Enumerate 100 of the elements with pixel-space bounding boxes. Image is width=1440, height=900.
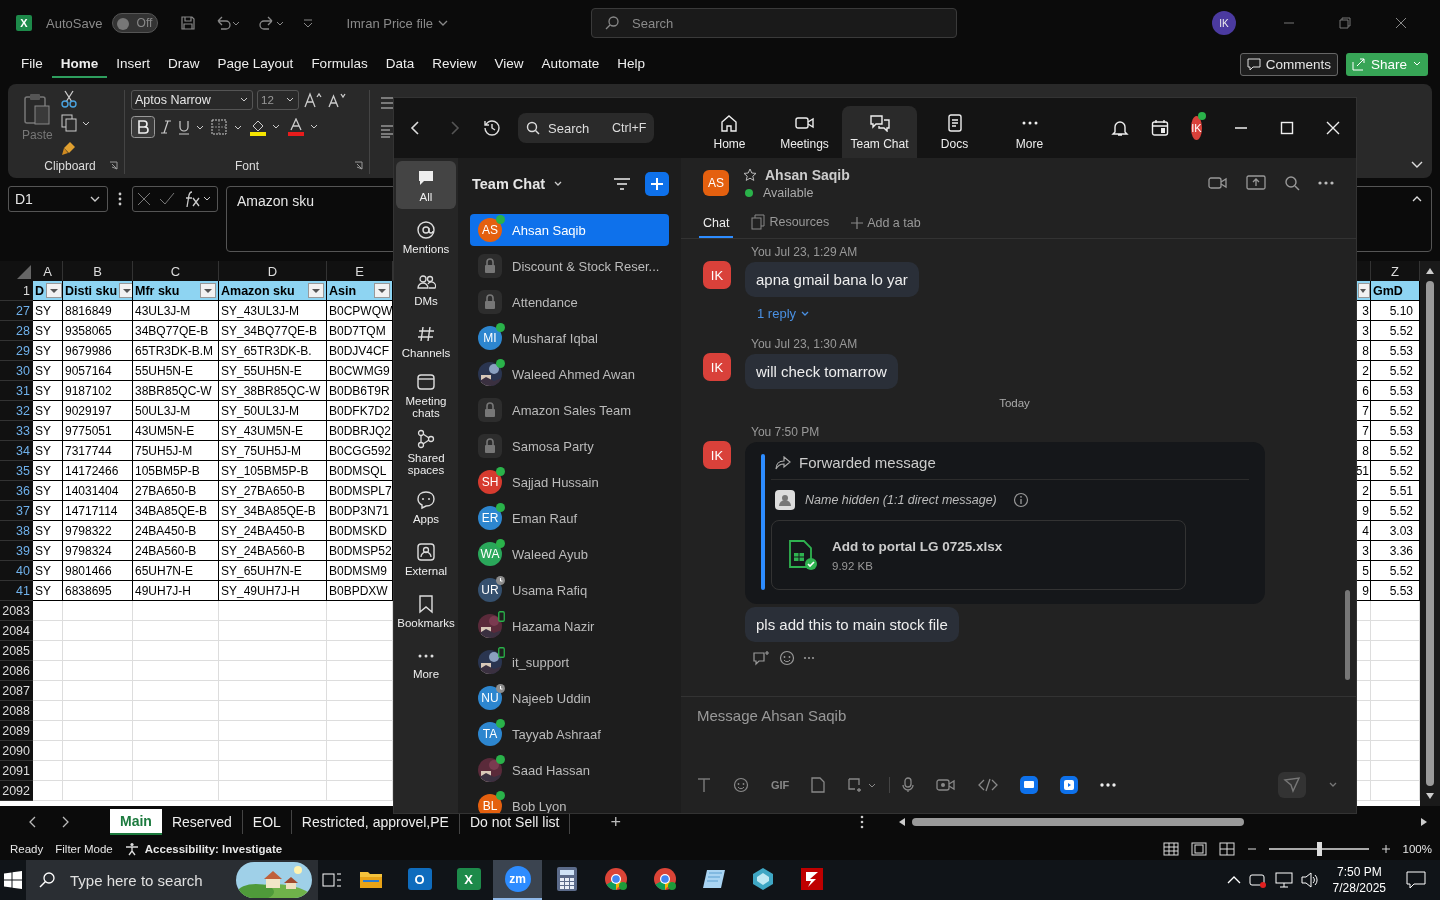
code-icon[interactable] [978, 778, 999, 792]
menu-tab[interactable]: Page Layout [208, 50, 303, 79]
video-icon[interactable] [936, 778, 957, 792]
forwarded-message-card[interactable]: Forwarded message Name hidden (1:1 direct message) Add to portal LG 0725.xlsx 9.92 KB [745, 442, 1265, 604]
scroll-right-icon[interactable] [1420, 817, 1428, 828]
row-number[interactable]: 39 [0, 541, 33, 562]
reply-icon[interactable] [753, 650, 771, 666]
sidebar-item[interactable]: DMs [396, 265, 456, 313]
menu-tab[interactable]: Home [51, 50, 108, 79]
row-number[interactable]: 2090 [0, 741, 33, 762]
screenshot-icon[interactable] [847, 777, 878, 793]
scroll-up-icon[interactable] [1425, 267, 1435, 276]
save-icon[interactable] [180, 15, 197, 32]
message-bubble[interactable]: pls add this to main stock file [745, 607, 959, 642]
restore-icon[interactable] [1339, 17, 1351, 30]
bell-icon[interactable] [1111, 119, 1129, 137]
collapse-icon[interactable] [1411, 194, 1423, 203]
row-number[interactable]: 2091 [0, 761, 33, 782]
page-break-icon[interactable] [1218, 842, 1235, 857]
row-number[interactable]: 40 [0, 561, 33, 582]
microphone-icon[interactable] [902, 777, 915, 793]
network-icon[interactable] [1274, 872, 1293, 888]
enter-icon[interactable] [159, 191, 175, 206]
file-name-button[interactable]: Imran Price file [346, 15, 450, 31]
row-number[interactable]: 2084 [0, 621, 33, 642]
sidebar-item[interactable]: All [396, 161, 456, 209]
font-size-dropdown[interactable]: 12 [257, 89, 299, 110]
row-number[interactable]: 36 [0, 481, 33, 502]
search-input[interactable]: Type here to search [68, 870, 224, 890]
chat-list-item[interactable]: Samosa Party [470, 430, 669, 462]
whiteboard-app-icon[interactable] [1020, 776, 1039, 794]
accessibility-icon[interactable] [124, 842, 139, 857]
emoji-icon[interactable] [733, 777, 749, 793]
column-header[interactable]: C [133, 261, 219, 282]
sidebar-item[interactable]: Channels [396, 317, 456, 365]
row-number[interactable]: 34 [0, 441, 33, 462]
search-input[interactable]: Search [630, 14, 945, 32]
task-view-icon[interactable] [322, 872, 342, 888]
select-all-icon[interactable] [17, 265, 31, 280]
sheet-tab[interactable]: EOL [242, 810, 292, 835]
menu-tab[interactable]: Review [423, 50, 486, 79]
row-number[interactable]: 41 [0, 581, 33, 602]
forward-icon[interactable] [448, 121, 460, 135]
file-icon[interactable] [811, 777, 826, 793]
dialog-launcher-icon[interactable] [354, 161, 363, 171]
column-header[interactable]: B [63, 261, 133, 282]
vertical-scrollbar[interactable] [1420, 261, 1440, 807]
more-icon[interactable] [860, 815, 864, 830]
clips-app-icon[interactable] [1060, 776, 1079, 794]
emoji-icon[interactable] [779, 650, 795, 666]
chat-tab[interactable]: Resources [747, 214, 834, 238]
filter-button[interactable] [200, 283, 216, 299]
row-number[interactable]: 32 [0, 401, 33, 422]
column-header[interactable]: Z [1371, 261, 1420, 282]
chat-list-item[interactable]: Saad Hassan [470, 754, 669, 786]
more-icon[interactable] [118, 191, 122, 206]
italic-icon[interactable] [159, 118, 173, 135]
previous-sheet-icon[interactable] [28, 816, 38, 829]
menu-tab[interactable]: File [12, 50, 52, 79]
start-icon[interactable] [4, 871, 22, 889]
clock-date[interactable]: 7/28/2025 [1332, 880, 1386, 896]
sidebar-item[interactable]: Meeting chats [396, 369, 456, 422]
show-hidden-icons[interactable] [1226, 875, 1241, 885]
chat-list-item[interactable]: Attendance [470, 286, 669, 318]
filter-button[interactable] [119, 283, 132, 299]
align-top-icon[interactable] [380, 95, 396, 110]
next-sheet-icon[interactable] [60, 816, 70, 829]
cancel-icon[interactable] [137, 191, 151, 206]
zoom-level[interactable]: 100% [1402, 843, 1432, 856]
row-number[interactable]: 29 [0, 341, 33, 362]
accessibility-status[interactable]: Accessibility: Investigate [144, 843, 283, 856]
chat-list-item[interactable]: Hazama Nazir [470, 610, 669, 642]
menu-tab[interactable]: Insert [107, 50, 160, 79]
scroll-thumb[interactable] [912, 818, 1244, 827]
chat-list-item[interactable]: BL Bob Lyon [470, 790, 669, 813]
chat-scrollbar[interactable] [1345, 590, 1350, 680]
caret-icon[interactable] [553, 180, 564, 188]
row-number[interactable]: 2089 [0, 721, 33, 742]
send-button[interactable] [1278, 772, 1306, 798]
nav-tab[interactable]: More [992, 106, 1067, 158]
row-number[interactable]: 33 [0, 421, 33, 442]
menu-tab[interactable]: Data [376, 50, 424, 79]
chat-list-item[interactable]: Discount & Stock Reser... [470, 250, 669, 282]
row-number[interactable]: 37 [0, 501, 33, 522]
filter-button[interactable] [46, 283, 62, 299]
zoom-slider-thumb[interactable] [1316, 842, 1322, 857]
copy-icon[interactable] [60, 113, 91, 132]
sidebar-item[interactable]: Mentions [396, 213, 456, 261]
sidebar-item[interactable]: Apps [396, 483, 456, 531]
row-number[interactable]: 27 [0, 301, 33, 322]
calendar-icon[interactable] [1151, 119, 1169, 137]
zoom-in-icon[interactable] [1380, 844, 1391, 855]
filter-button[interactable] [374, 283, 390, 299]
video-call-icon[interactable] [1208, 176, 1228, 190]
search-input[interactable]: Search [546, 119, 606, 137]
scroll-left-icon[interactable] [898, 817, 906, 828]
normal-view-icon[interactable] [1162, 842, 1179, 857]
user-avatar[interactable]: IK [1212, 11, 1236, 36]
name-box[interactable]: D1 [8, 185, 108, 212]
nav-tab[interactable]: Home [692, 106, 767, 158]
